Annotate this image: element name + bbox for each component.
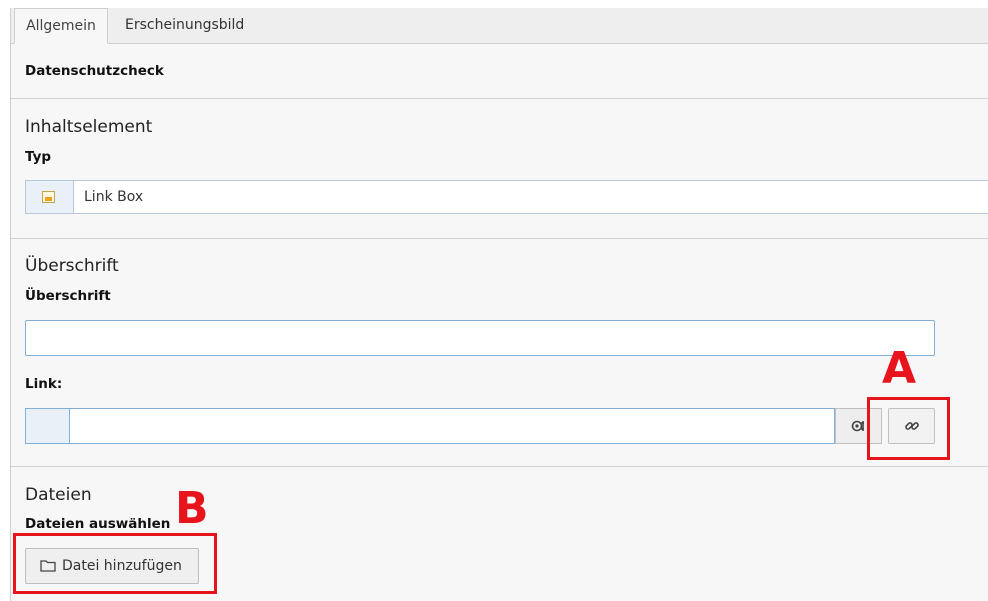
divider — [11, 466, 988, 467]
section-title-heading: Überschrift — [25, 256, 119, 276]
form-panel: Allgemein Erscheinungsbild Datenschutzch… — [10, 8, 988, 601]
privacy-check-label: Datenschutzcheck — [25, 63, 164, 79]
annotation-letter-b: B — [175, 483, 209, 534]
link-input[interactable] — [69, 408, 835, 444]
annotation-letter-a: A — [882, 343, 917, 394]
section-title-files: Dateien — [25, 485, 92, 505]
heading-input[interactable] — [25, 320, 935, 356]
link-field-group — [25, 408, 882, 444]
content-element-icon — [42, 191, 55, 203]
link-browser-icon — [851, 420, 864, 432]
files-field-label: Dateien auswählen — [25, 516, 171, 532]
tab-bar: Allgemein Erscheinungsbild — [11, 8, 988, 44]
divider — [11, 98, 988, 99]
tab-allgemein[interactable]: Allgemein — [14, 8, 108, 44]
type-select[interactable]: Link Box — [25, 180, 988, 214]
annotation-box-a — [867, 397, 950, 460]
annotation-box-b — [13, 533, 217, 594]
type-icon-cell — [26, 181, 74, 213]
divider — [11, 238, 988, 239]
link-label: Link: — [25, 376, 63, 392]
heading-field-label: Überschrift — [25, 288, 111, 304]
link-prefix-cell — [25, 408, 70, 444]
tab-erscheinungsbild[interactable]: Erscheinungsbild — [111, 8, 258, 43]
section-title-content-element: Inhaltselement — [25, 117, 153, 137]
type-select-value: Link Box — [84, 189, 144, 205]
type-label: Typ — [25, 149, 52, 165]
